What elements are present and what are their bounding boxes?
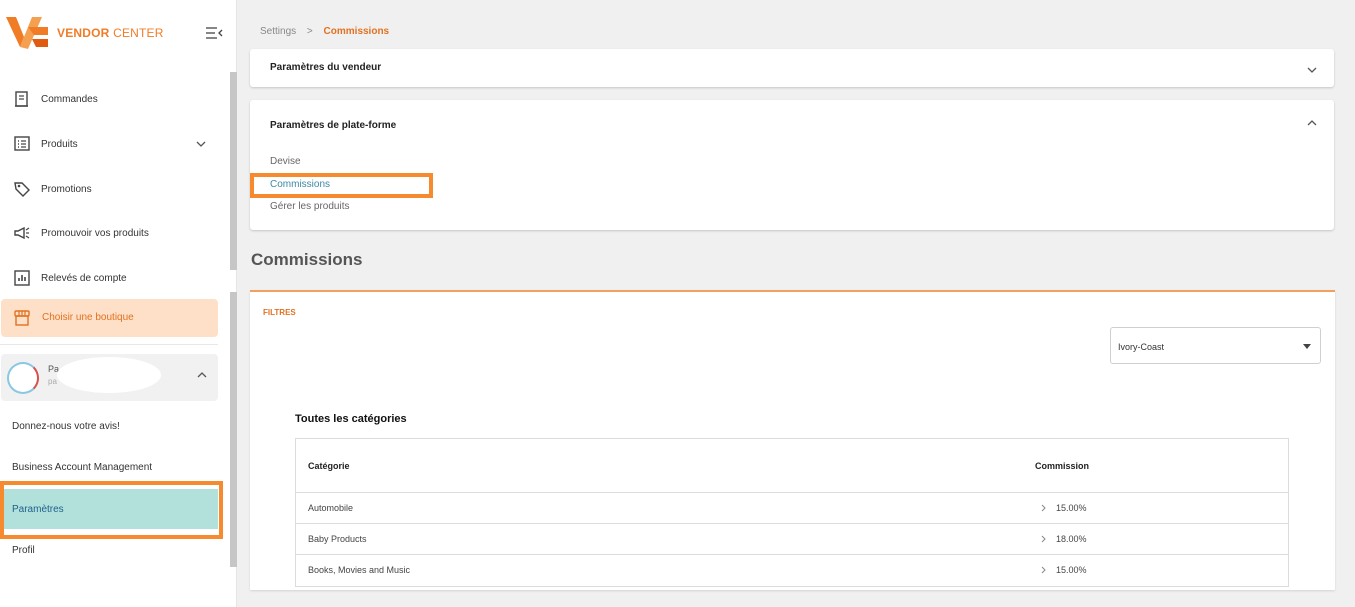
avatar	[7, 362, 39, 394]
tag-icon	[14, 182, 30, 197]
link-gerer-produits[interactable]: Gérer les produits	[270, 201, 349, 212]
brand-name-thin: CENTER	[113, 26, 164, 40]
column-header-commission: Commission	[1035, 461, 1090, 471]
sidebar-scrollbar[interactable]	[230, 72, 237, 270]
country-select-value: Ivory-Coast	[1118, 342, 1165, 352]
megaphone-icon	[14, 226, 30, 240]
chevron-up-icon[interactable]	[1306, 118, 1318, 128]
list-icon	[14, 136, 30, 151]
category-cell: Books, Movies and Music	[308, 565, 411, 575]
sidebar-item-label: Produits	[41, 138, 78, 150]
platform-settings-title: Paramètres de plate-forme	[270, 120, 397, 131]
chart-icon	[14, 270, 30, 286]
breadcrumb-separator: >	[306, 26, 313, 37]
chevron-down-icon[interactable]	[1306, 65, 1318, 75]
vendor-settings-title: Paramètres du vendeur	[270, 62, 382, 73]
breadcrumb-current: Commissions	[323, 26, 390, 37]
page-title: Commissions	[251, 250, 363, 269]
chevron-right-icon[interactable]	[1041, 504, 1047, 512]
sidebar-item-promouvoir[interactable]: Promouvoir vos produits	[0, 217, 230, 249]
sidebar-item-produits[interactable]: Produits	[0, 128, 230, 160]
categories-heading: Toutes les catégories	[295, 413, 407, 425]
store-icon	[14, 310, 30, 326]
category-cell: Automobile	[308, 503, 354, 513]
link-commissions[interactable]: Commissions	[270, 179, 330, 190]
commission-cell: 18.00%	[1056, 534, 1087, 544]
sidebar-divider	[0, 344, 218, 345]
brand-name-bold: VENDOR	[57, 26, 110, 40]
sidebar-item-label: Relevés de compte	[41, 272, 127, 284]
table-row[interactable]: Books, Movies and Music 15.00%	[296, 555, 1288, 586]
user-email: pa	[48, 377, 57, 386]
choose-shop-button[interactable]: Choisir une boutique	[1, 299, 218, 337]
column-header-category: Catégorie	[308, 461, 350, 471]
sidebar-item-profil[interactable]: Profil	[12, 545, 35, 556]
table-header: Catégorie Commission	[296, 439, 1288, 493]
sidebar-item-label: Commandes	[41, 93, 98, 105]
sidebar-scrollbar-lower[interactable]	[230, 292, 237, 567]
sidebar-item-commandes[interactable]: Commandes	[0, 83, 230, 115]
chevron-right-icon[interactable]	[1041, 535, 1047, 543]
commission-cell: 15.00%	[1056, 503, 1087, 513]
receipt-icon	[15, 91, 28, 107]
collapse-menu-icon[interactable]	[205, 26, 223, 40]
sidebar-item-business[interactable]: Business Account Management	[12, 462, 152, 473]
sidebar-item-parametres[interactable]: Paramètres	[3, 489, 218, 529]
country-select[interactable]: Ivory-Coast	[1110, 327, 1321, 364]
filters-label: FILTRES	[263, 308, 296, 317]
sidebar-item-label: Promotions	[41, 183, 92, 195]
commission-cell: 15.00%	[1056, 565, 1087, 575]
table-row[interactable]: Baby Products 18.00%	[296, 524, 1288, 555]
sidebar-item-label: Promouvoir vos produits	[41, 227, 149, 239]
platform-settings-card: Paramètres de plate-forme Devise Commiss…	[250, 100, 1334, 230]
category-cell: Baby Products	[308, 534, 367, 544]
filters-card: FILTRES Ivory-Coast Toutes les catégorie…	[250, 290, 1335, 590]
commissions-table: Catégorie Commission Automobile 15.00% B…	[295, 438, 1289, 587]
sidebar: VENDOR CENTER Commandes Produits Promoti…	[0, 0, 237, 607]
chevron-up-icon[interactable]	[196, 370, 208, 380]
redacted-user-info	[57, 357, 161, 393]
sidebar-item-label: Paramètres	[12, 504, 64, 515]
sidebar-item-promotions[interactable]: Promotions	[0, 173, 230, 205]
vendor-settings-card[interactable]: Paramètres du vendeur	[250, 49, 1334, 87]
choose-shop-label: Choisir une boutique	[42, 312, 134, 323]
sidebar-item-feedback[interactable]: Donnez-nous votre avis!	[12, 421, 120, 432]
breadcrumb-settings[interactable]: Settings	[260, 26, 296, 37]
table-row[interactable]: Automobile 15.00%	[296, 493, 1288, 524]
logo-row: VENDOR CENTER	[0, 0, 237, 65]
user-menu[interactable]: Pa pa	[1, 354, 218, 401]
link-devise[interactable]: Devise	[270, 156, 301, 167]
breadcrumb: Settings > Commissions	[260, 26, 389, 37]
brand-name: VENDOR CENTER	[57, 26, 164, 40]
sidebar-item-releves[interactable]: Relevés de compte	[0, 262, 230, 294]
dropdown-arrow-icon	[1303, 344, 1311, 349]
chevron-right-icon[interactable]	[1041, 566, 1047, 574]
vendor-center-logo	[6, 17, 48, 49]
chevron-down-icon[interactable]	[195, 139, 207, 149]
